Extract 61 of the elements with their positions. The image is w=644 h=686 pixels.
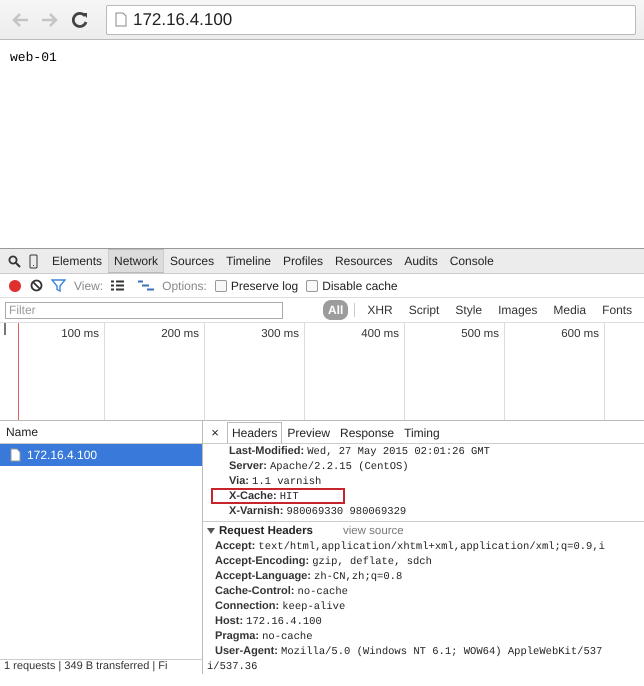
detail-tab[interactable]: Timing <box>399 422 445 443</box>
detail-tab[interactable]: Response <box>335 422 400 443</box>
header-line: Accept: text/html,application/xhtml+xml,application/xml;q=0.9,i <box>215 540 605 552</box>
filter-field[interactable]: Filter <box>5 302 283 318</box>
clear-icon[interactable] <box>30 279 43 292</box>
header-line: X-Cache: HIT <box>213 490 343 502</box>
filter-type-button[interactable]: Fonts <box>594 301 640 319</box>
devtools-tab[interactable]: Resources <box>329 249 398 273</box>
header-line: i/537.36 <box>207 661 258 673</box>
filter-type-button[interactable]: Images <box>490 301 546 319</box>
header-line: User-Agent: Mozilla/5.0 (Windows NT 6.1; WOW64) AppleWebKit/537 <box>215 645 602 657</box>
expand-triangle-icon[interactable] <box>207 526 215 534</box>
view-source-link[interactable]: view source <box>342 524 404 536</box>
devtools-tab[interactable]: Audits <box>398 249 444 273</box>
checkbox-option[interactable]: Disable cache <box>306 278 398 292</box>
time-tick-label: 300 ms <box>261 328 299 340</box>
record-button[interactable] <box>8 278 22 292</box>
time-tick-label: 200 ms <box>161 328 199 340</box>
filter-icon[interactable] <box>51 279 66 292</box>
filter-type-button[interactable]: Script <box>400 301 448 319</box>
list-view-icon[interactable] <box>111 280 124 291</box>
devtools-tab[interactable]: Profiles <box>276 249 329 273</box>
close-button[interactable]: × <box>207 424 223 440</box>
section-title: Request Headers <box>219 524 313 536</box>
page-icon <box>115 12 127 27</box>
mobile-device-icon[interactable] <box>29 254 38 268</box>
status-bar: 1 requests | 349 B transferred | Fi <box>0 659 202 674</box>
column-header[interactable]: Name <box>6 425 38 439</box>
header-line: Via: 1.1 varnish <box>229 475 322 487</box>
filter-type-button[interactable]: XHR <box>359 301 401 319</box>
header-line: Pragma: no-cache <box>215 630 313 642</box>
address-bar[interactable]: 172.16.4.100 <box>106 4 636 34</box>
search-icon[interactable] <box>8 254 21 268</box>
header-line: Accept-Language: zh-CN,zh;q=0.8 <box>215 570 402 582</box>
devtools-tab[interactable]: Timeline <box>220 249 277 273</box>
time-tick-label: 100 ms <box>61 328 99 340</box>
header-line: Connection: keep-alive <box>215 600 346 612</box>
page-text: web-01 <box>10 50 57 65</box>
time-tick-label: 500 ms <box>461 328 499 340</box>
filter-type-button[interactable]: Style <box>447 301 490 319</box>
header-line: X-Varnish: 980069330 980069329 <box>229 505 406 517</box>
file-icon <box>10 448 21 462</box>
devtools-tab[interactable]: Elements <box>46 249 108 273</box>
view-label: View: <box>74 278 104 292</box>
waterfall-view-icon[interactable] <box>138 280 154 291</box>
header-line: Cache-Control: no-cache <box>215 585 348 597</box>
header-line: Server: Apache/2.2.15 (CentOS) <box>229 460 409 472</box>
time-tick-label: 400 ms <box>361 328 399 340</box>
options-label: Options: <box>162 278 207 292</box>
devtools-tab[interactable]: Sources <box>164 249 220 273</box>
time-tick-label: 600 ms <box>561 328 599 340</box>
devtools-tab[interactable]: Console <box>444 249 500 273</box>
header-line: Last-Modified: Wed, 27 May 2015 02:01:26 GMT <box>229 445 490 457</box>
header-line: Accept-Encoding: gzip, deflate, sdch <box>215 555 432 567</box>
devtools-tab[interactable]: Network <box>108 249 164 273</box>
detail-tab[interactable]: Headers <box>227 422 282 443</box>
filter-type-button[interactable]: Media <box>545 301 594 319</box>
header-line: Host: 172.16.4.100 <box>215 615 322 627</box>
detail-tab[interactable]: Preview <box>282 422 336 443</box>
request-row[interactable]: 172.16.4.100 <box>0 444 202 466</box>
checkbox-option[interactable]: Preserve log <box>214 278 298 292</box>
